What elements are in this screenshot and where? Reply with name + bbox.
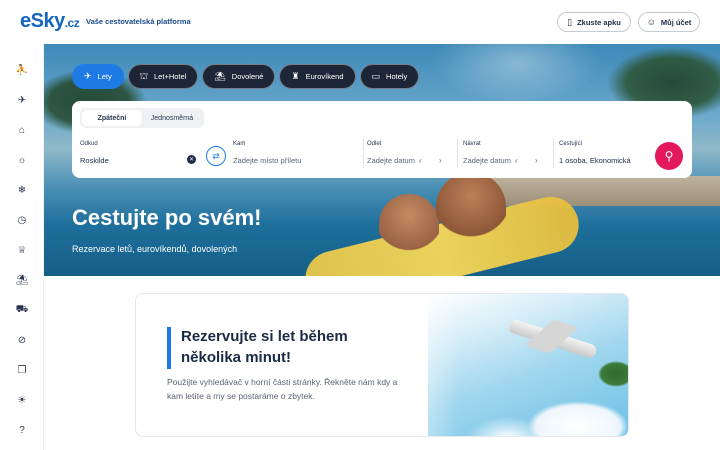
copy-icon[interactable]: ❐ — [14, 362, 30, 378]
city-icon: ♜ — [291, 71, 300, 81]
return-input[interactable]: Zadejte datum — [463, 156, 511, 165]
hero-subtitle: Rezervace letů, eurovíkendů, dovolených — [72, 244, 238, 254]
car-icon[interactable]: ⛟ — [14, 302, 30, 318]
pool-deck — [480, 176, 720, 206]
passengers-field[interactable]: Cestující 1 osoba, Ekonomická — [559, 138, 639, 171]
clear-icon[interactable]: ✕ — [187, 155, 196, 164]
top-header: eSky.cz Vaše cestovatelská platforma ▯ Z… — [0, 0, 720, 44]
from-field[interactable]: Odkud Roskilde — [80, 138, 200, 171]
crown-icon[interactable]: ♕ — [14, 242, 30, 258]
tab-holidays[interactable]: ⛱ Dovolené — [202, 64, 276, 89]
palm-decoration — [598, 358, 628, 436]
chevron-right-icon[interactable]: › — [439, 156, 442, 165]
hero-person — [436, 172, 506, 252]
tab-eurovikend[interactable]: ♜ Eurovíkend — [279, 64, 356, 89]
hero-person — [379, 194, 439, 264]
from-input[interactable]: Roskilde — [80, 156, 109, 165]
trip-round[interactable]: Zpáteční — [82, 110, 142, 126]
beach-icon: ⛱ — [214, 71, 226, 81]
search-button[interactable]: ⚲ — [655, 142, 683, 170]
card-title: Rezervujte si let během několika minut! — [181, 328, 348, 366]
esky-logo[interactable]: eSky.cz — [20, 10, 80, 33]
hero-title: Cestujte po svém! — [72, 205, 262, 230]
bed-icon: ▭ — [371, 71, 381, 81]
plane-icon[interactable]: ✈ — [14, 92, 30, 108]
depart-field[interactable]: Odlet Zadejte datum — [367, 138, 447, 171]
sun-icon[interactable]: ☼ — [14, 152, 30, 168]
swap-icon[interactable]: ⇄ — [206, 146, 226, 166]
sidebar: ⛹ ✈ ⌂ ☼ ❄ ◷ ♕ ⛱ ⛟ ⊘ ❐ ☀ ? — [0, 44, 44, 450]
my-account-button[interactable]: ☺ Můj účet — [638, 12, 700, 32]
card-text: Použijte vyhledávač v horní části stránk… — [167, 377, 398, 401]
chevron-left-icon[interactable]: ‹ — [419, 156, 422, 165]
chevron-left-icon[interactable]: ‹ — [515, 156, 518, 165]
tab-hotels[interactable]: ▭ Hotely — [359, 64, 420, 89]
plane-icon: ✈ — [84, 71, 92, 81]
to-input[interactable]: Zadejte místo příletu — [233, 156, 301, 165]
traveler-icon[interactable]: ⛹ — [14, 62, 30, 78]
help-icon[interactable]: ? — [14, 422, 30, 438]
product-tabs: ✈ Lety ⛫ Let+Hotel ⛱ Dovolené ♜ Eurovíke… — [72, 64, 420, 89]
trip-type-toggle: Zpáteční Jednosměrná — [80, 108, 204, 128]
hotel-icon[interactable]: ⌂ — [14, 122, 30, 138]
clock-icon[interactable]: ◷ — [14, 212, 30, 228]
no-icon[interactable]: ⊘ — [14, 332, 30, 348]
plane-hotel-icon: ⛫ — [139, 70, 149, 81]
return-field[interactable]: Návrat Zadejte datum — [463, 138, 543, 171]
depart-input[interactable]: Zadejte datum — [367, 156, 415, 165]
passengers-value[interactable]: 1 osoba, Ekonomická — [559, 156, 631, 165]
snowflake-icon[interactable]: ❄ — [14, 182, 30, 198]
beach-icon[interactable]: ⛱ — [14, 272, 30, 288]
card-image — [368, 294, 628, 436]
try-app-button[interactable]: ▯ Zkuste apku — [557, 12, 631, 32]
to-field[interactable]: Kam Zadejte místo příletu — [233, 138, 358, 171]
bulb-icon[interactable]: ☀ — [14, 392, 30, 408]
user-icon: ☺ — [646, 17, 656, 27]
tagline: Vaše cestovatelská platforma — [86, 17, 191, 26]
tab-flights[interactable]: ✈ Lety — [72, 64, 124, 89]
accent-bar — [167, 327, 171, 369]
plane-illustration — [508, 318, 598, 360]
search-panel: Zpáteční Jednosměrná Odkud Roskilde ✕ Ka… — [72, 101, 692, 178]
search-icon: ⚲ — [664, 149, 674, 163]
chevron-right-icon[interactable]: › — [535, 156, 538, 165]
phone-icon: ▯ — [567, 16, 573, 27]
trip-oneway[interactable]: Jednosměrná — [142, 110, 202, 126]
tab-flight-hotel[interactable]: ⛫ Let+Hotel — [127, 64, 199, 89]
